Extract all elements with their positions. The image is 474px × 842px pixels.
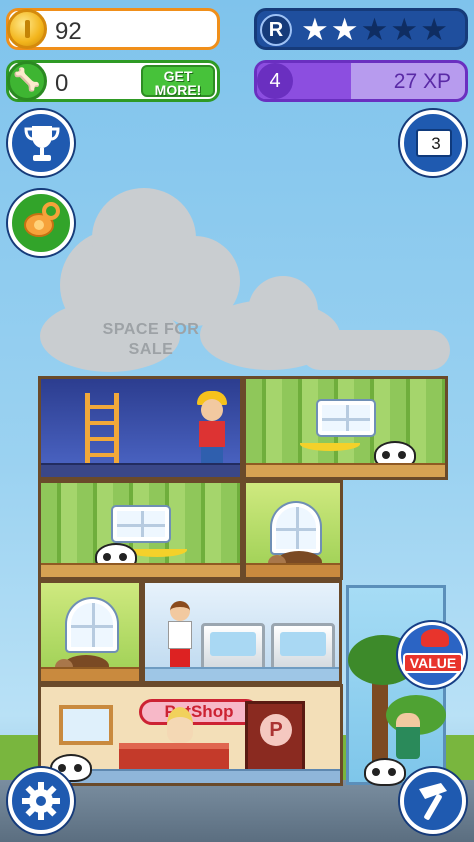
shopkeeper-character[interactable] — [167, 707, 193, 743]
room-window — [272, 503, 320, 553]
book-count: 3 — [431, 134, 441, 153]
get-more-button[interactable]: GET MORE! — [141, 65, 215, 97]
space-for-sale-label: SPACE FOR SALE — [102, 321, 200, 358]
rank-display[interactable]: R ★★★★★ — [254, 8, 468, 50]
room-construction[interactable] — [38, 376, 243, 480]
room-bamboo-left[interactable] — [38, 480, 243, 580]
coin-icon — [7, 9, 47, 49]
star-icon: ★ — [330, 12, 359, 47]
settings-button[interactable] — [8, 768, 74, 834]
book-button[interactable]: 3 — [400, 110, 466, 176]
star-icon: ★ — [390, 12, 419, 47]
shop-door-logo: P — [260, 714, 292, 746]
bone-amount: 0 — [55, 70, 69, 97]
value-label: VALUE — [403, 653, 463, 673]
gift-bow-icon — [421, 629, 449, 647]
visitor-character[interactable] — [396, 713, 420, 759]
panda-visitor[interactable] — [364, 758, 406, 786]
room-green-small[interactable] — [243, 480, 343, 580]
coin-amount: 92 — [55, 18, 82, 45]
pacifier-icon — [24, 202, 60, 237]
star-icon: ★ — [301, 12, 329, 47]
xp-label: 27 XP — [393, 70, 451, 93]
coin-counter[interactable]: 92 — [6, 8, 220, 50]
bone-icon: 🦴 — [7, 61, 47, 101]
bone-counter[interactable]: 🦴 0 GET MORE! — [6, 60, 220, 102]
gear-icon — [22, 782, 60, 820]
room-window — [318, 401, 374, 435]
trophy-icon — [24, 126, 60, 161]
star-icon: ★ — [360, 12, 389, 47]
cloud-puff — [300, 330, 450, 370]
groomer-character[interactable] — [167, 601, 193, 671]
pet-shop-sign: PetShop — [139, 699, 259, 725]
book-icon: 3 — [416, 129, 452, 157]
room-green-left[interactable] — [38, 580, 142, 684]
room-bamboo-top[interactable] — [243, 376, 448, 480]
xp-bar[interactable]: 4 27 XP — [254, 60, 468, 102]
rank-letter-badge: R — [260, 14, 292, 46]
banana-hammock — [300, 437, 360, 451]
room-window — [67, 599, 117, 651]
level-badge: 4 — [257, 63, 293, 99]
pacifier-button[interactable] — [8, 190, 74, 256]
build-button[interactable] — [400, 768, 466, 834]
star-icon: ★ — [420, 12, 448, 47]
value-button[interactable]: VALUE — [398, 622, 466, 688]
hammer-icon — [419, 783, 447, 820]
rank-stars: ★★★★★ — [301, 12, 450, 48]
ladder — [85, 393, 119, 463]
room-bath[interactable] — [142, 580, 342, 684]
trophy-button[interactable] — [8, 110, 74, 176]
shop-window — [59, 705, 113, 745]
room-window — [113, 507, 169, 541]
